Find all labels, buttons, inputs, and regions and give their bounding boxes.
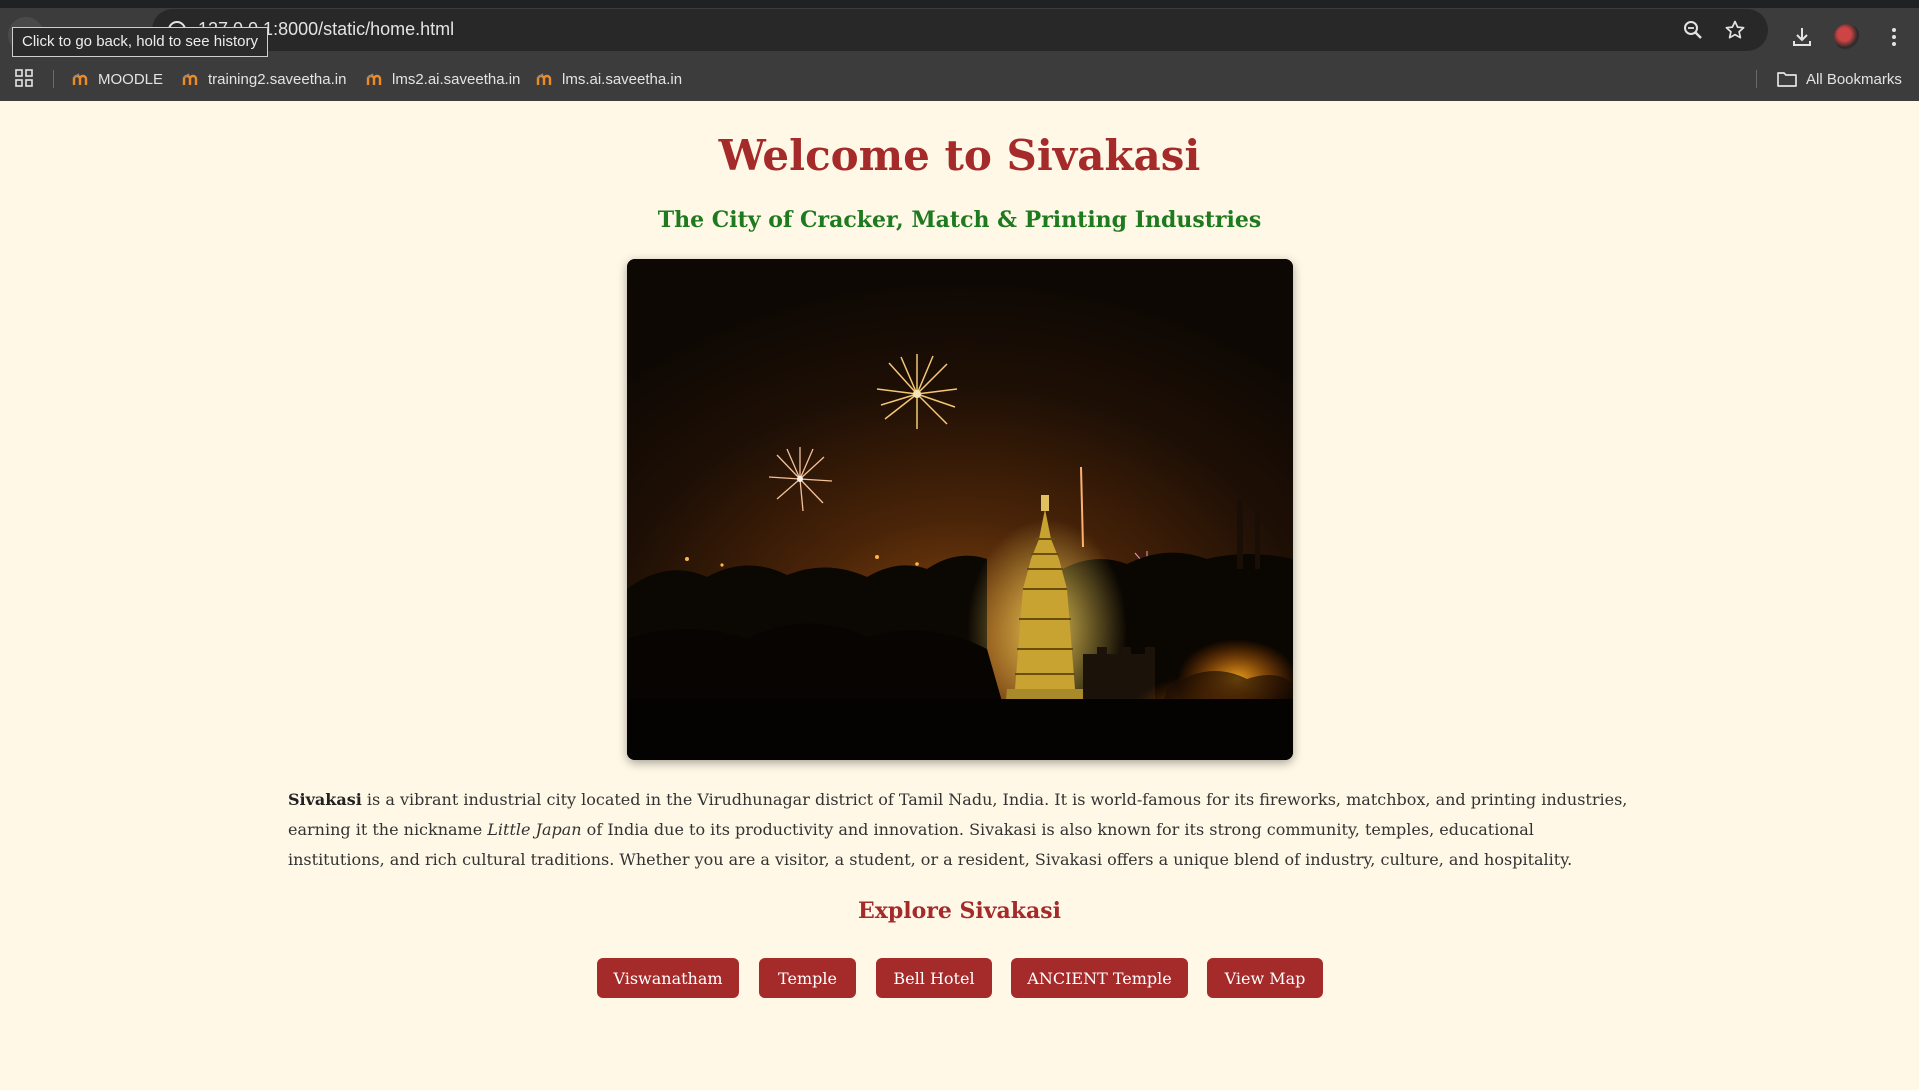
download-icon[interactable] bbox=[1790, 25, 1814, 49]
moodle-icon bbox=[72, 73, 88, 85]
browser-chrome: 127.0.0.1:8000/static/home.html MOODLE t… bbox=[0, 0, 1919, 101]
bookmark-moodle[interactable]: MOODLE bbox=[72, 64, 163, 94]
intro-nickname: Little Japan bbox=[487, 820, 582, 839]
moodle-icon bbox=[536, 73, 552, 85]
tab-strip bbox=[0, 0, 1919, 8]
page-content: Welcome to Sivakasi The City of Cracker,… bbox=[0, 101, 1919, 1090]
fireworks-temple-photo bbox=[627, 259, 1293, 760]
page-title: Welcome to Sivakasi bbox=[718, 131, 1201, 180]
browser-toolbar: 127.0.0.1:8000/static/home.html bbox=[0, 8, 1919, 58]
bookmark-label: lms.ai.saveetha.in bbox=[562, 70, 683, 88]
bookmarks-bar: MOODLE training2.saveetha.in lms2.ai.sav… bbox=[0, 58, 1919, 101]
bookmark-label: lms2.ai.saveetha.in bbox=[392, 70, 521, 88]
zoom-icon[interactable] bbox=[1682, 19, 1704, 41]
moodle-icon bbox=[366, 73, 382, 85]
bookmark-lms2[interactable]: lms2.ai.saveetha.in bbox=[366, 64, 520, 94]
explore-button-row: Viswanatham Temple Bell Hotel ANCIENT Te… bbox=[0, 958, 1919, 998]
ancient-temple-button[interactable]: ANCIENT Temple bbox=[1011, 958, 1188, 998]
bookmark-star-icon[interactable] bbox=[1724, 19, 1746, 41]
view-map-button[interactable]: View Map bbox=[1207, 958, 1323, 998]
intro-paragraph: Sivakasi is a vibrant industrial city lo… bbox=[288, 785, 1635, 875]
viswanatham-button[interactable]: Viswanatham bbox=[597, 958, 739, 998]
more-menu-icon[interactable] bbox=[1882, 25, 1906, 49]
explore-heading: Explore Sivakasi bbox=[857, 898, 1062, 924]
bookmark-lms[interactable]: lms.ai.saveetha.in bbox=[536, 64, 682, 94]
page-subtitle: The City of Cracker, Match & Printing In… bbox=[657, 207, 1262, 233]
temple-button[interactable]: Temple bbox=[759, 958, 856, 998]
hero-image bbox=[627, 259, 1293, 760]
address-bar[interactable]: 127.0.0.1:8000/static/home.html bbox=[152, 9, 1768, 51]
all-bookmarks-button[interactable]: All Bookmarks bbox=[1776, 64, 1902, 94]
bookmarks-divider bbox=[53, 70, 54, 88]
back-button-tooltip: Click to go back, hold to see history bbox=[12, 27, 268, 57]
moodle-icon bbox=[182, 73, 198, 85]
bookmark-training2[interactable]: training2.saveetha.in bbox=[182, 64, 346, 94]
folder-icon bbox=[1777, 72, 1797, 87]
all-bookmarks-label: All Bookmarks bbox=[1806, 70, 1902, 88]
bookmark-label: training2.saveetha.in bbox=[208, 70, 347, 88]
bookmark-label: MOODLE bbox=[98, 70, 164, 88]
apps-grid-icon[interactable] bbox=[14, 68, 34, 88]
profile-avatar[interactable] bbox=[1834, 24, 1860, 50]
intro-city-name: Sivakasi bbox=[288, 790, 362, 809]
bookmarks-divider bbox=[1756, 70, 1757, 88]
bell-hotel-button[interactable]: Bell Hotel bbox=[876, 958, 992, 998]
